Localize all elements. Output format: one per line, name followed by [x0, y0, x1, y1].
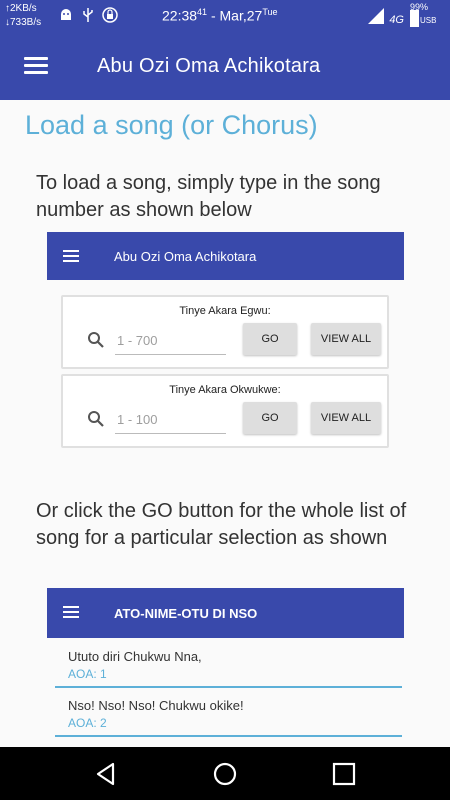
menu-icon — [63, 606, 79, 618]
back-icon[interactable] — [93, 761, 119, 787]
navigation-bar — [0, 747, 450, 800]
creed-number-card: Tinye Akara Okwukwe: GO VIEW ALL — [61, 374, 389, 448]
search-icon — [88, 411, 104, 427]
help-content[interactable]: Load a song (or Chorus) To load a song, … — [0, 100, 450, 747]
battery-icon: 99% USB — [408, 2, 444, 30]
app-title: Abu Ozi Oma Achikotara — [97, 55, 321, 77]
song-number: AOA: 1 — [68, 667, 107, 681]
android-icon — [61, 9, 71, 20]
example-app-bar: Abu Ozi Oma Achikotara — [47, 232, 404, 280]
go-button[interactable]: GO — [243, 323, 297, 355]
list-item[interactable]: Ututo diri Chukwu Nna, AOA: 1 — [55, 641, 402, 688]
search-icon — [88, 332, 104, 348]
page-title: Load a song (or Chorus) — [25, 110, 318, 140]
home-icon[interactable] — [212, 761, 238, 787]
card-label: Tinye Akara Okwukwe: — [169, 384, 281, 396]
instruction-text-1: To load a song, simply type in the song … — [36, 172, 381, 221]
network-speed: ↑2KB/s ↓733B/s — [5, 2, 41, 30]
signal-icon — [368, 8, 385, 24]
charging-label: USB — [420, 16, 437, 25]
creed-number-input[interactable] — [115, 406, 226, 434]
view-all-button[interactable]: VIEW ALL — [311, 402, 381, 434]
date: - Mar,27 — [207, 7, 263, 24]
instruction-text-2: Or click the GO button for the whole lis… — [36, 500, 407, 549]
time: 22:38 — [162, 7, 198, 24]
song-title: Nso! Nso! Nso! Chukwu okike! — [68, 698, 244, 713]
menu-icon[interactable] — [24, 57, 48, 75]
song-number: AOA: 2 — [68, 716, 107, 730]
recent-apps-icon[interactable] — [331, 761, 357, 787]
example-list-title: ATO-NIME-OTU DI NSO — [114, 606, 258, 621]
battery-cell — [410, 10, 419, 27]
seconds: 41 — [197, 7, 208, 17]
status-bar: ↑2KB/s ↓733B/s 22:3841 - Mar,27Tue 4G 99… — [0, 0, 450, 33]
song-number-card: Tinye Akara Egwu: GO VIEW ALL — [61, 295, 389, 369]
card-label: Tinye Akara Egwu: — [179, 305, 271, 317]
clock: 22:3841 - Mar,27Tue — [162, 7, 278, 24]
example-app-title: Abu Ozi Oma Achikotara — [114, 249, 257, 264]
app-bar: Abu Ozi Oma Achikotara — [0, 33, 450, 100]
usb-icon — [83, 8, 93, 22]
lock-icon — [102, 7, 118, 23]
list-item[interactable]: Nso! Nso! Nso! Chukwu okike! AOA: 2 — [55, 690, 402, 737]
day: Tue — [262, 7, 278, 17]
song-number-input[interactable] — [115, 327, 226, 355]
example-list-app-bar: ATO-NIME-OTU DI NSO — [47, 588, 404, 638]
song-title: Ututo diri Chukwu Nna, — [68, 649, 202, 664]
menu-icon — [63, 250, 79, 262]
network-type: 4G — [389, 14, 404, 26]
upload-speed: ↑2KB/s — [5, 3, 37, 14]
go-button[interactable]: GO — [243, 402, 297, 434]
view-all-button[interactable]: VIEW ALL — [311, 323, 381, 355]
download-speed: ↓733B/s — [5, 17, 42, 28]
